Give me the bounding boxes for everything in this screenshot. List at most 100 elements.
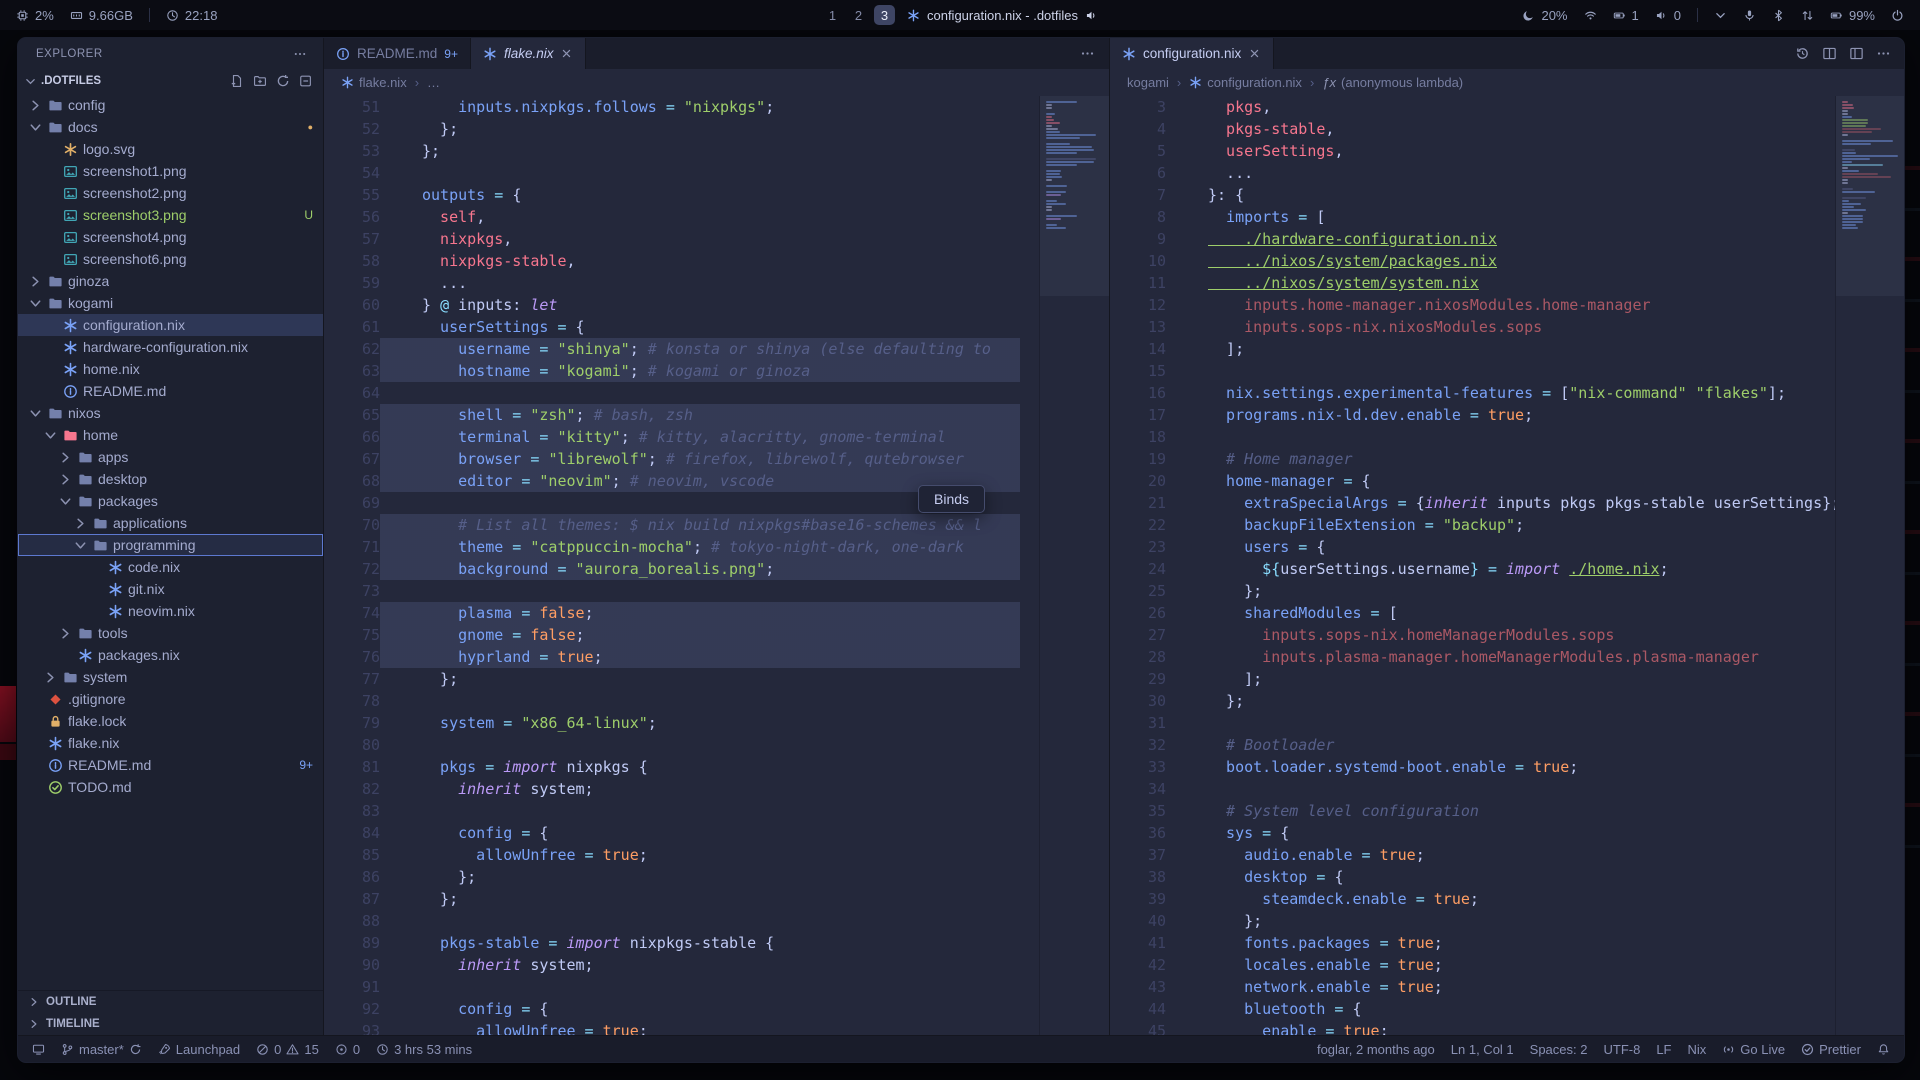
battery-mini-indicator[interactable]: 1 [1613,8,1639,23]
code-line-33[interactable]: 33 boot.loader.systemd-boot.enable = tru… [1110,756,1835,778]
code-line-14[interactable]: 14 ]; [1110,338,1835,360]
code-line-79[interactable]: 79 system = "x86_64-linux"; [324,712,1039,734]
code-line-32[interactable]: 32 # Bootloader [1110,734,1835,756]
code-line-93[interactable]: 93 allowUnfree = true; [324,1020,1039,1035]
code-line-22[interactable]: 22 backupFileExtension = "backup"; [1110,514,1835,536]
code-line-88[interactable]: 88 [324,910,1039,932]
code-line-36[interactable]: 36 sys = { [1110,822,1835,844]
tree-folder-tools[interactable]: tools [18,622,323,644]
code-line-77[interactable]: 77 }; [324,668,1039,690]
network-arrows-icon[interactable] [1801,9,1814,22]
code-line-7[interactable]: 7}: { [1110,184,1835,206]
launchpad-button[interactable]: Launchpad [158,1042,240,1057]
code-line-90[interactable]: 90 inherit system; [324,954,1039,976]
code-line-63[interactable]: 63 hostname = "kogami"; # kogami or gino… [324,360,1039,382]
code-line-42[interactable]: 42 locales.enable = true; [1110,954,1835,976]
tree-file-screenshot4-png[interactable]: screenshot4.png [18,226,323,248]
mic-icon[interactable] [1743,9,1756,22]
tab-configuration-nix[interactable]: configuration.nix [1110,38,1274,69]
workspace-3[interactable]: 3 [874,5,895,25]
code-line-21[interactable]: 21 extraSpecialArgs = {inherit inputs pk… [1110,492,1835,514]
code-line-30[interactable]: 30 }; [1110,690,1835,712]
code-line-73[interactable]: 73 [324,580,1039,602]
refresh-icon[interactable] [276,74,290,88]
bluetooth-icon[interactable] [1772,9,1785,22]
go-live-button[interactable]: Go Live [1722,1042,1785,1057]
code-line-86[interactable]: 86 }; [324,866,1039,888]
tree-file-todo-md[interactable]: TODO.md [18,776,323,798]
tree-file-gitignore[interactable]: .gitignore [18,688,323,710]
breadcrumb-item-configuration-nix[interactable]: configuration.nix [1189,75,1302,90]
code-line-28[interactable]: 28 inputs.plasma-manager.homeManagerModu… [1110,646,1835,668]
breadcrumb-item-anonymous-lambda[interactable]: ƒx(anonymous lambda) [1322,75,1463,90]
code-line-82[interactable]: 82 inherit system; [324,778,1039,800]
code-line-13[interactable]: 13 inputs.sops-nix.nixosModules.sops [1110,316,1835,338]
layout-icon[interactable] [1849,46,1864,61]
close-icon[interactable] [560,47,573,60]
code-line-34[interactable]: 34 [1110,778,1835,800]
code-line-44[interactable]: 44 bluetooth = { [1110,998,1835,1020]
tree-file-readme-md[interactable]: README.md [18,380,323,402]
tree-file-packages-nix[interactable]: packages.nix [18,644,323,666]
code-line-9[interactable]: 9 ./hardware-configuration.nix [1110,228,1835,250]
eol-indicator[interactable]: LF [1656,1042,1671,1057]
new-file-icon[interactable] [230,74,244,88]
center-minimap[interactable] [1039,96,1109,1035]
git-blame-indicator[interactable]: foglar, 2 months ago [1317,1042,1435,1057]
tree-folder-programming[interactable]: programming [18,534,323,556]
tree-folder-apps[interactable]: apps [18,446,323,468]
code-line-53[interactable]: 53}; [324,140,1039,162]
tab-flake-nix[interactable]: flake.nix [471,38,587,69]
code-line-67[interactable]: 67 browser = "librewolf"; # firefox, lib… [324,448,1039,470]
remote-indicator[interactable] [32,1043,45,1056]
tab-readme-md[interactable]: README.md9+ [324,38,471,69]
code-line-85[interactable]: 85 allowUnfree = true; [324,844,1039,866]
code-line-6[interactable]: 6 ... [1110,162,1835,184]
code-line-38[interactable]: 38 desktop = { [1110,866,1835,888]
code-line-83[interactable]: 83 [324,800,1039,822]
code-line-65[interactable]: 65 shell = "zsh"; # bash, zsh [324,404,1039,426]
tree-folder-packages[interactable]: packages [18,490,323,512]
code-line-59[interactable]: 59 ... [324,272,1039,294]
tree-file-home-nix[interactable]: home.nix [18,358,323,380]
code-line-45[interactable]: 45 enable = true; [1110,1020,1835,1035]
code-line-40[interactable]: 40 }; [1110,910,1835,932]
tree-folder-applications[interactable]: applications [18,512,323,534]
prettier-indicator[interactable]: Prettier [1801,1042,1861,1057]
code-line-62[interactable]: 62 username = "shinya"; # konsta or shin… [324,338,1039,360]
outline-section[interactable]: OUTLINE [18,991,323,1013]
code-line-4[interactable]: 4 pkgs-stable, [1110,118,1835,140]
workspace-2[interactable]: 2 [848,5,869,25]
code-line-8[interactable]: 8 imports = [ [1110,206,1835,228]
code-line-58[interactable]: 58 nixpkgs-stable, [324,250,1039,272]
cursor-position[interactable]: Ln 1, Col 1 [1451,1042,1514,1057]
tree-file-screenshot2-png[interactable]: screenshot2.png [18,182,323,204]
code-line-39[interactable]: 39 steamdeck.enable = true; [1110,888,1835,910]
code-line-54[interactable]: 54 [324,162,1039,184]
close-icon[interactable] [1248,47,1261,60]
code-line-61[interactable]: 61 userSettings = { [324,316,1039,338]
timeline-section[interactable]: TIMELINE [18,1013,323,1035]
code-line-19[interactable]: 19 # Home manager [1110,448,1835,470]
breadcrumb-item-[interactable]: … [427,75,440,90]
indentation-indicator[interactable]: Spaces: 2 [1530,1042,1588,1057]
code-line-41[interactable]: 41 fonts.packages = true; [1110,932,1835,954]
center-more-icon[interactable] [1080,46,1095,61]
breadcrumb-item-kogami[interactable]: kogami [1127,75,1169,90]
right-code[interactable]: 3 pkgs,4 pkgs-stable,5 userSettings,6 ..… [1110,96,1835,1035]
history-icon[interactable] [1795,46,1810,61]
code-line-74[interactable]: 74 plasma = false; [324,602,1039,624]
code-line-84[interactable]: 84 config = { [324,822,1039,844]
code-line-57[interactable]: 57 nixpkgs, [324,228,1039,250]
wifi-indicator[interactable] [1584,9,1597,22]
code-line-3[interactable]: 3 pkgs, [1110,96,1835,118]
code-line-75[interactable]: 75 gnome = false; [324,624,1039,646]
tree-file-screenshot6-png[interactable]: screenshot6.png [18,248,323,270]
code-line-24[interactable]: 24 ${userSettings.username} = import ./h… [1110,558,1835,580]
tree-folder-config[interactable]: config [18,94,323,116]
tree-folder-home[interactable]: home [18,424,323,446]
code-line-12[interactable]: 12 inputs.home-manager.nixosModules.home… [1110,294,1835,316]
tree-folder-desktop[interactable]: desktop [18,468,323,490]
code-line-72[interactable]: 72 background = "aurora_borealis.png"; [324,558,1039,580]
ports-indicator[interactable]: 0 [335,1042,360,1057]
